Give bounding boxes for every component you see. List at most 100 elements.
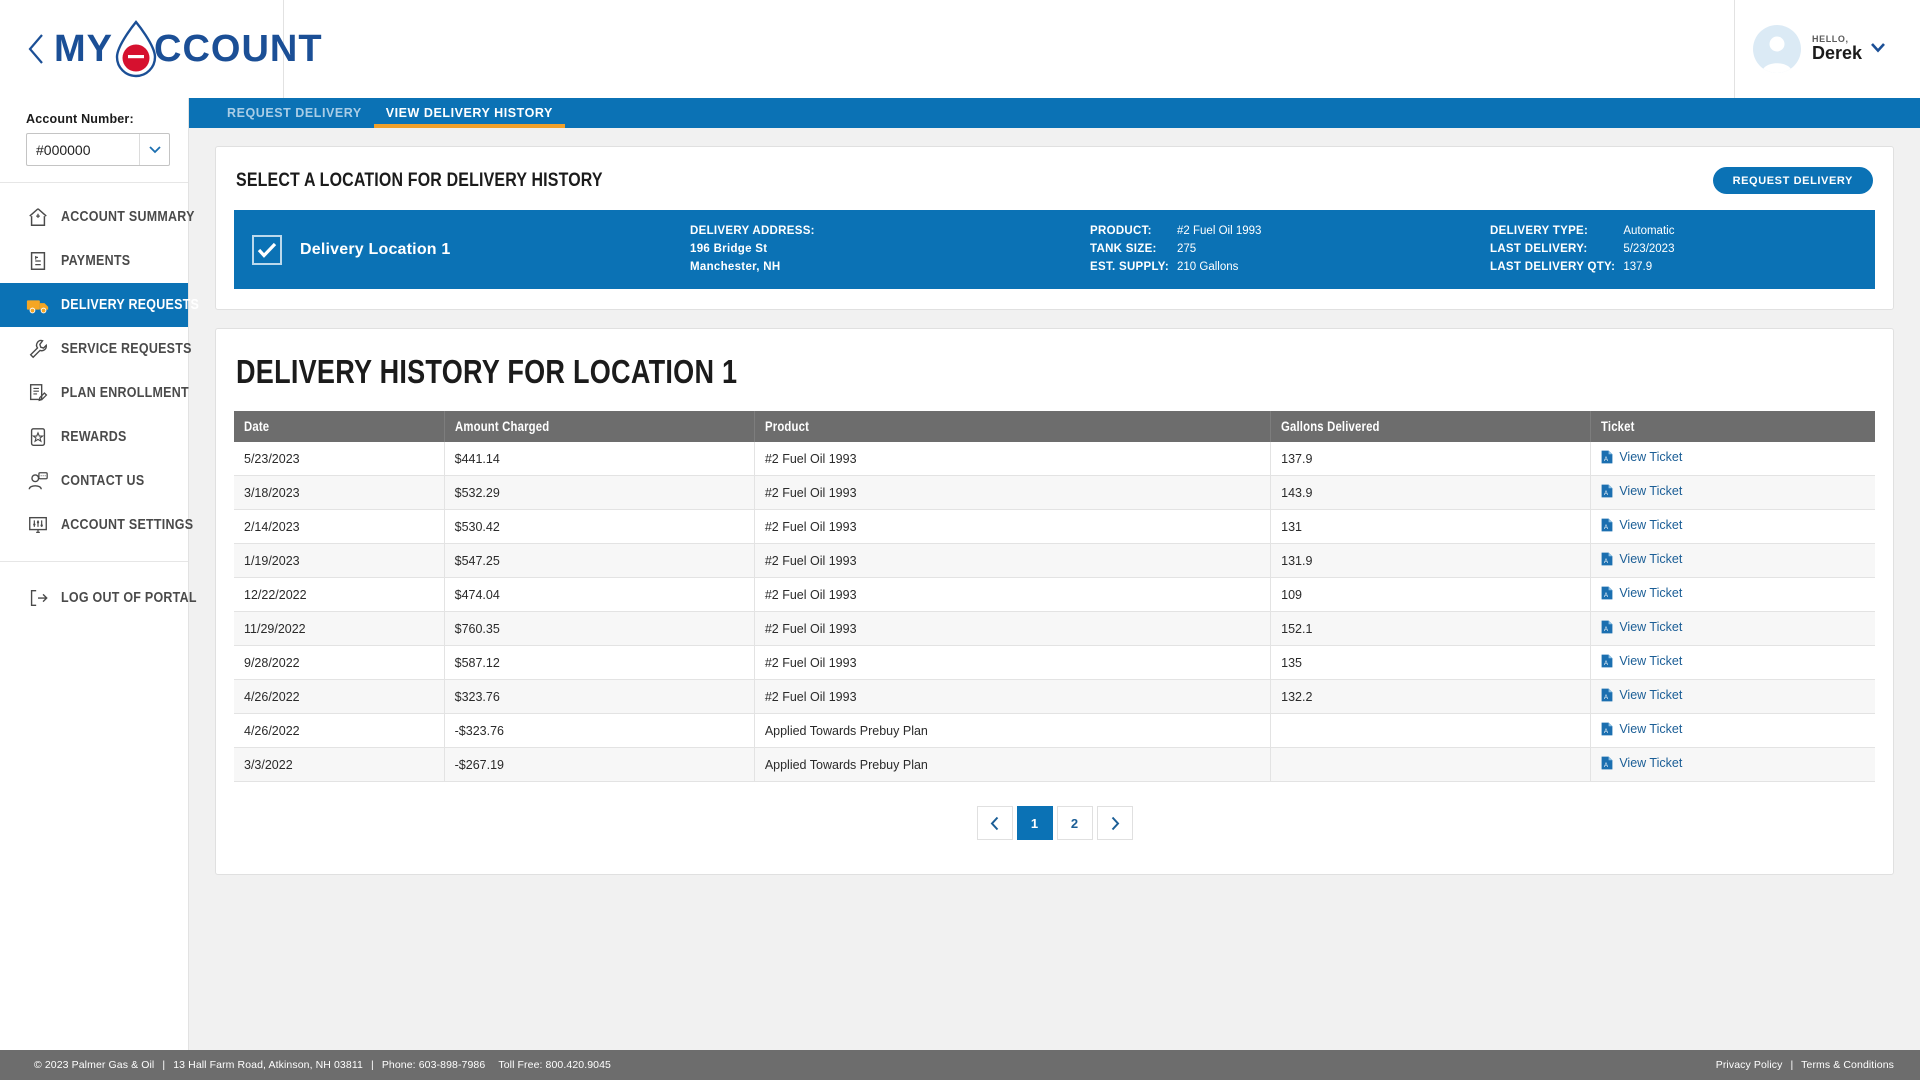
sidebar-item-account-summary[interactable]: Account Summary <box>0 195 194 239</box>
logout-icon <box>26 586 50 610</box>
cell-amount: $323.76 <box>444 679 755 715</box>
pagination-next-button[interactable] <box>1096 806 1133 841</box>
user-name: Derek <box>1812 43 1863 64</box>
delivery-address-line1: 196 Bridge St <box>690 242 768 255</box>
footer-separator: | <box>370 1059 374 1071</box>
column-header-gallons[interactable]: Gallons Delivered <box>1270 411 1592 443</box>
product-label: PRODUCT: <box>1090 225 1152 237</box>
cell-ticket: A View Ticket <box>1590 577 1875 613</box>
tab-view-delivery-history[interactable]: View Delivery History <box>373 98 566 128</box>
sidebar-item-label: Rewards <box>61 429 127 445</box>
sidebar-item-logout[interactable]: Log Out Of Portal <box>0 576 197 620</box>
footer-terms-link[interactable]: Terms & Conditions <box>1801 1059 1894 1071</box>
home-icon <box>26 205 50 229</box>
chevron-down-icon[interactable] <box>139 134 169 165</box>
sidebar-item-label: Account Settings <box>61 517 194 533</box>
sidebar-item-plan-enrollment[interactable]: Plan Enrollment <box>0 371 189 415</box>
cell-product: Applied Towards Prebuy Plan <box>754 747 1272 783</box>
cell-ticket: A View Ticket <box>1590 509 1875 545</box>
svg-text:A: A <box>1604 695 1608 701</box>
footer-spacer <box>488 1059 498 1071</box>
checkmark-icon[interactable] <box>252 234 282 265</box>
view-ticket-link[interactable]: A View Ticket <box>1601 722 1682 736</box>
view-ticket-link[interactable]: A View Ticket <box>1601 756 1682 770</box>
sidebar-item-delivery-requests[interactable]: Delivery Requests <box>0 283 199 327</box>
view-ticket-label: View Ticket <box>1619 586 1683 601</box>
view-ticket-link[interactable]: A View Ticket <box>1601 586 1682 600</box>
table-row: 4/26/2022 $323.76 #2 Fuel Oil 1993 132.2 A Vi… <box>234 679 1875 715</box>
cell-amount: $474.04 <box>444 577 755 613</box>
sidebar-item-label: Plan Enrollment <box>61 385 189 401</box>
user-menu[interactable]: HELLO, Derek <box>1734 0 1920 98</box>
document-pencil-icon <box>26 381 50 405</box>
view-ticket-link[interactable]: A View Ticket <box>1601 688 1682 702</box>
footer-separator: | <box>162 1059 166 1071</box>
cell-date: 5/23/2023 <box>234 442 445 477</box>
location-product-values: #2 Fuel Oil 1993 275 210 Gallons <box>1177 223 1261 276</box>
view-ticket-link[interactable]: A View Ticket <box>1601 484 1682 498</box>
chevron-down-icon[interactable] <box>1870 40 1886 58</box>
star-badge-icon <box>26 425 50 449</box>
column-header-ticket[interactable]: Ticket <box>1590 411 1875 443</box>
product-value: #2 Fuel Oil 1993 <box>1177 225 1262 237</box>
delivery-location-row[interactable]: Delivery Location 1 DELIVERY ADDRESS: 19… <box>234 210 1875 290</box>
view-ticket-label: View Ticket <box>1619 518 1683 533</box>
svg-text:A: A <box>1604 627 1608 633</box>
view-ticket-label: View Ticket <box>1619 722 1683 737</box>
pdf-file-icon: A <box>1601 484 1613 498</box>
sidebar-item-service-requests[interactable]: Service Requests <box>0 327 191 371</box>
view-ticket-link[interactable]: A View Ticket <box>1601 552 1682 566</box>
footer-left: © 2023 Palmer Gas & Oil | 13 Hall Farm R… <box>34 1059 611 1071</box>
cell-gallons: 132.2 <box>1270 679 1592 715</box>
sidebar: Account Number: #000000 Account <box>0 98 199 1050</box>
droplet-a-icon <box>111 19 161 79</box>
account-number-value: #000000 <box>36 141 91 158</box>
last-delivery-qty-label: LAST DELIVERY QTY: <box>1490 260 1616 273</box>
person-chat-icon <box>26 469 50 493</box>
pagination-page-2[interactable]: 2 <box>1056 806 1093 841</box>
app-logo[interactable]: MY CCOUNT <box>54 19 323 79</box>
table-row: 9/28/2022 $587.12 #2 Fuel Oil 1993 135 A View… <box>234 645 1875 681</box>
view-ticket-link[interactable]: A View Ticket <box>1601 620 1682 634</box>
pdf-file-icon: A <box>1601 552 1613 566</box>
column-header-product[interactable]: Product <box>754 411 1272 443</box>
column-header-date[interactable]: Date <box>234 411 445 443</box>
sidebar-item-contact-us[interactable]: Contact Us <box>0 459 188 503</box>
main-scroll-area: Select a Location for Delivery History R… <box>189 128 1920 1050</box>
table-body: 5/23/2023 $441.14 #2 Fuel Oil 1993 137.9 A Vi… <box>234 442 1875 783</box>
user-text: HELLO, Derek <box>1812 34 1863 64</box>
svg-text:A: A <box>1604 525 1608 531</box>
tank-size-value: 275 <box>1177 242 1197 255</box>
chevron-left-icon[interactable] <box>26 29 46 69</box>
pagination-prev-button[interactable] <box>976 806 1013 841</box>
cell-ticket: A View Ticket <box>1590 611 1875 647</box>
location-product-keys: PRODUCT: TANK SIZE: EST. SUPPLY: <box>1090 223 1169 276</box>
account-number-label: Account Number: <box>26 112 134 126</box>
view-ticket-link[interactable]: A View Ticket <box>1601 654 1682 668</box>
footer-privacy-policy-link[interactable]: Privacy Policy <box>1716 1059 1783 1071</box>
footer-right: Privacy Policy | Terms & Conditions <box>1716 1059 1894 1071</box>
cell-ticket: A View Ticket <box>1590 475 1875 511</box>
svg-text:A: A <box>1604 559 1608 565</box>
cell-amount: $587.12 <box>444 645 755 681</box>
pagination-page-1[interactable]: 1 <box>1016 806 1053 841</box>
invoice-icon <box>26 249 50 273</box>
column-header-gallons-label: Gallons Delivered <box>1281 419 1380 435</box>
sidebar-item-label: Account Summary <box>61 209 195 225</box>
sidebar-item-account-settings[interactable]: Account Settings <box>0 503 193 547</box>
table-row: 5/23/2023 $441.14 #2 Fuel Oil 1993 137.9 A Vi… <box>234 442 1875 477</box>
delivery-address-line2: Manchester, NH <box>690 260 781 273</box>
view-ticket-link[interactable]: A View Ticket <box>1601 518 1682 532</box>
monitor-sliders-icon <box>26 513 50 537</box>
svg-text:A: A <box>1604 491 1608 497</box>
view-ticket-label: View Ticket <box>1619 688 1683 703</box>
column-header-amount[interactable]: Amount Charged <box>444 411 755 443</box>
sidebar-item-rewards[interactable]: Rewards <box>0 415 188 459</box>
request-delivery-button[interactable]: Request Delivery <box>1712 167 1873 194</box>
delivery-address-label: DELIVERY ADDRESS: <box>690 225 815 237</box>
tab-request-delivery[interactable]: Request Delivery <box>215 98 374 128</box>
account-number-select[interactable]: #000000 <box>26 133 170 166</box>
sidebar-item-payments[interactable]: Payments <box>0 239 188 283</box>
view-ticket-link[interactable]: A View Ticket <box>1601 450 1682 464</box>
location-delivery-values: Automatic 5/23/2023 137.9 <box>1623 223 1674 276</box>
